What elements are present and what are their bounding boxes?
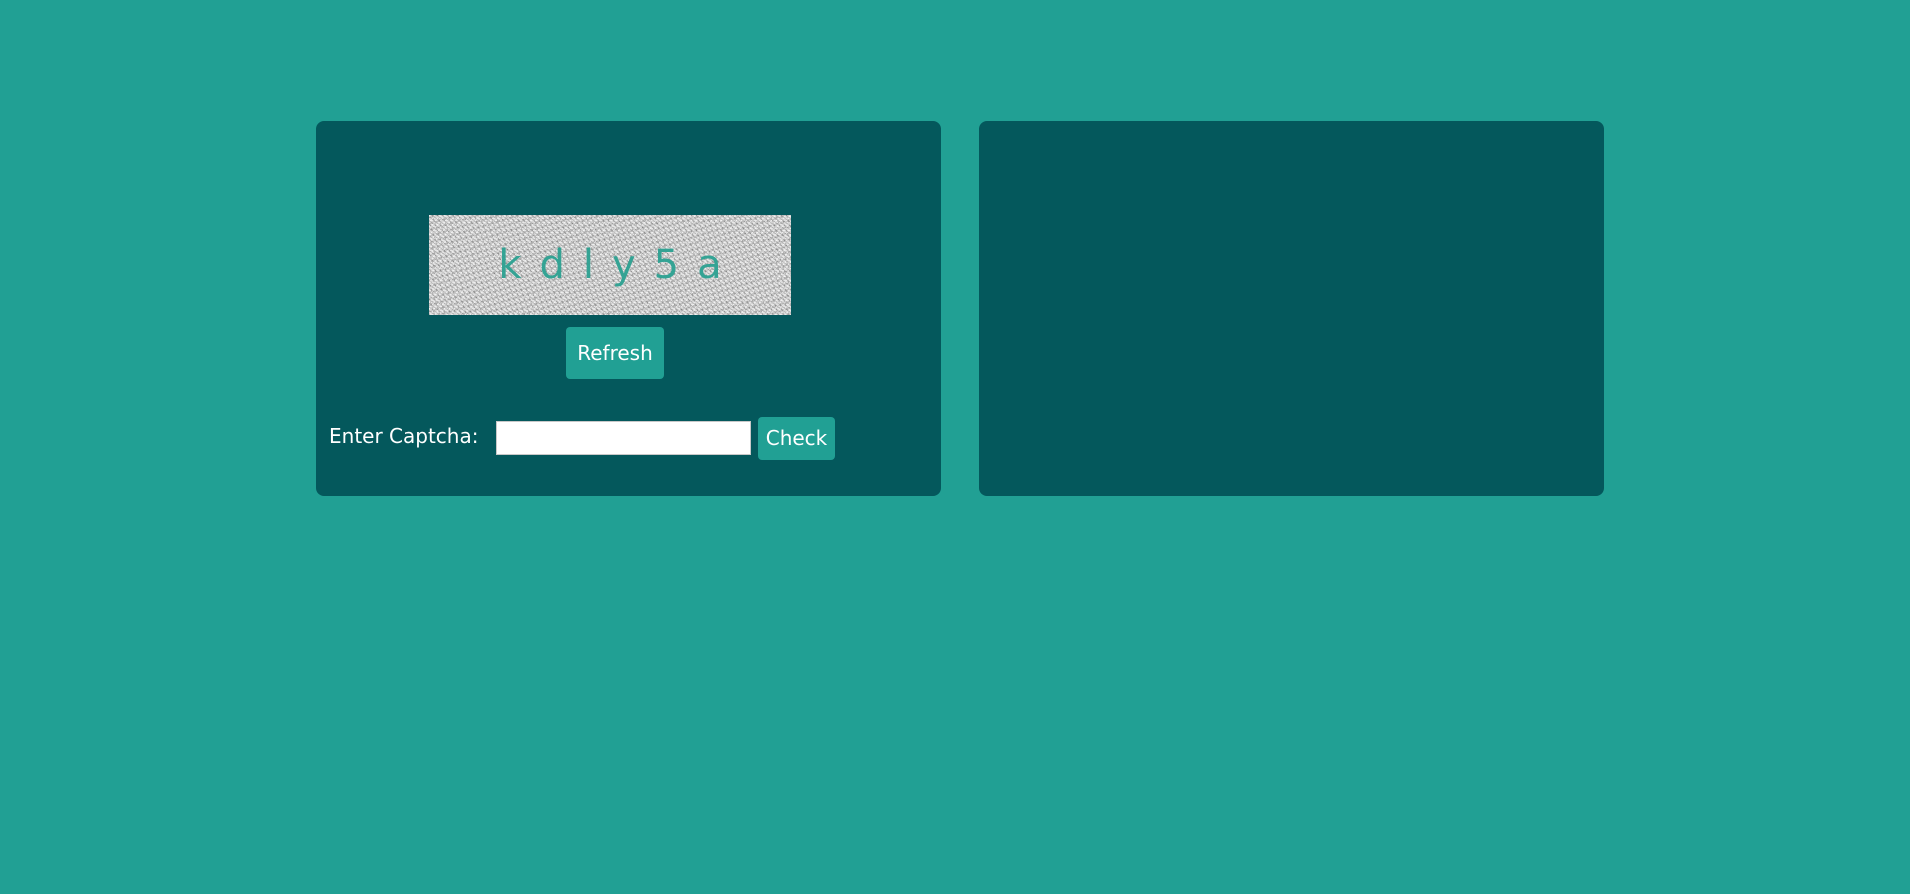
captcha-input[interactable] — [496, 421, 751, 455]
captcha-panel: kdly5a Refresh Enter Captcha: Check — [316, 121, 941, 496]
captcha-input-label: Enter Captcha: — [329, 424, 479, 448]
captcha-text: kdly5a — [498, 242, 740, 288]
captcha-image: kdly5a — [429, 215, 791, 315]
result-panel — [979, 121, 1604, 496]
refresh-button[interactable]: Refresh — [566, 327, 664, 379]
check-button[interactable]: Check — [758, 417, 835, 460]
